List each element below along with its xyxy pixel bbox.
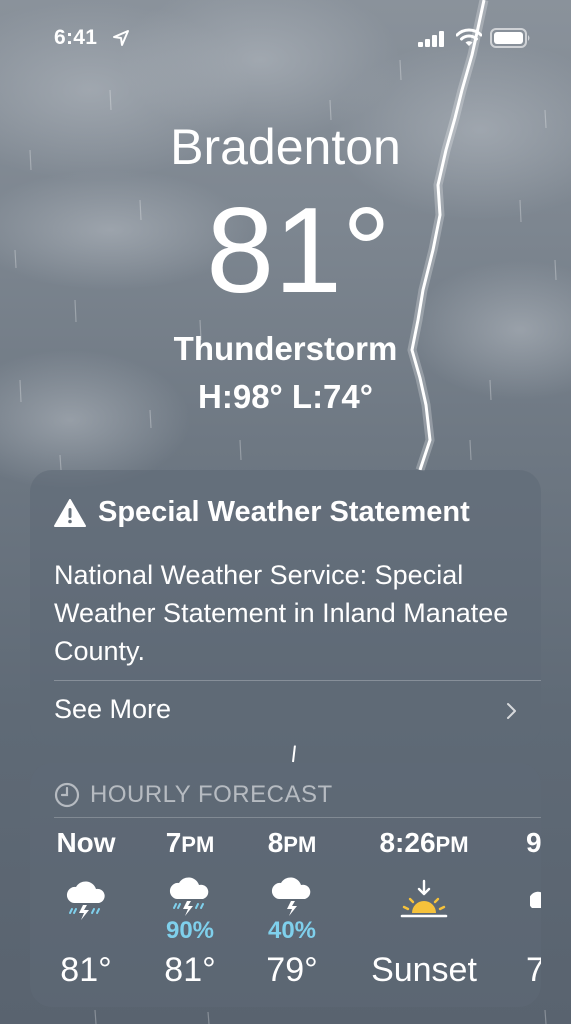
hour-label: Now: [40, 823, 132, 863]
icon-wrap: [350, 873, 498, 929]
hour-text: 7: [165, 827, 182, 858]
wifi-icon: [456, 28, 482, 46]
sunset-icon: [400, 879, 448, 918]
hourly-item-9[interactable]: 9 7: [518, 823, 541, 1003]
hourly-divider: [54, 817, 541, 818]
precip-chance: 40%: [267, 917, 317, 944]
ampm-text: PM: [435, 832, 469, 857]
icon-wrap: [518, 873, 541, 929]
hour-label: 9: [518, 823, 541, 863]
status-bar: 6:41: [0, 0, 571, 60]
battery-icon: [490, 28, 530, 48]
weather-alert-card[interactable]: Special Weather Statement National Weath…: [30, 470, 541, 746]
hour-text: 8: [267, 827, 284, 858]
see-more-link[interactable]: See More: [54, 694, 171, 725]
hourly-temp: 81°: [60, 951, 112, 989]
alert-title: Special Weather Statement: [98, 496, 470, 528]
hourly-item-now[interactable]: Now 81°: [40, 823, 132, 1003]
chevron-right-icon[interactable]: [505, 702, 517, 720]
lightning-cloud-icon: [271, 877, 311, 916]
cellular-signal-icon: [418, 31, 444, 47]
hourly-item-8pm[interactable]: 8PM 40% 79°: [242, 823, 342, 1003]
alert-divider: [54, 680, 541, 681]
hourly-temp: 81°: [164, 951, 216, 989]
warning-icon: [54, 498, 86, 527]
weather-condition: Thunderstorm: [173, 330, 398, 367]
hourly-temp: 79°: [266, 951, 318, 989]
hour-label: 8:26PM: [350, 823, 498, 863]
thunderstorm-icon: [66, 881, 105, 920]
ampm-text: PM: [283, 832, 317, 857]
hour-text: Now: [56, 827, 116, 858]
hour-label: 8PM: [242, 823, 342, 863]
hour-label: 7PM: [140, 823, 240, 863]
alert-header: Special Weather Statement: [54, 496, 470, 529]
hour-text: 8:26: [379, 827, 436, 858]
high-low-temperature: H:98° L:74°: [198, 378, 373, 415]
location-arrow-icon: [113, 30, 129, 46]
icon-wrap: [242, 877, 342, 917]
status-time: 6:41: [54, 26, 98, 49]
precip-chance: 90%: [165, 917, 215, 944]
hourly-forecast-header: HOURLY FORECAST: [54, 781, 333, 809]
hour-text: 9: [526, 827, 541, 858]
city-name: Bradenton: [170, 119, 401, 175]
cloud-icon: [530, 891, 541, 908]
alert-body: National Weather Service: Special Weathe…: [54, 560, 509, 666]
icon-wrap: [40, 873, 132, 929]
hourly-temp: Sunset: [371, 951, 477, 989]
hourly-forecast-card[interactable]: HOURLY FORECAST Now 81° 7PM 90% 81° 8PM …: [30, 763, 541, 1007]
hourly-item-7pm[interactable]: 7PM 90% 81°: [140, 823, 240, 1003]
thunderstorm-icon: [169, 877, 209, 916]
ampm-text: PM: [181, 832, 215, 857]
icon-wrap: [140, 877, 240, 917]
clock-icon: [54, 782, 80, 808]
hourly-temp: 7: [526, 951, 541, 989]
hourly-forecast-title: HOURLY FORECAST: [90, 781, 333, 808]
hourly-item-sunset[interactable]: 8:26PM Sunset: [350, 823, 498, 1003]
current-temperature: 81°: [206, 182, 391, 318]
